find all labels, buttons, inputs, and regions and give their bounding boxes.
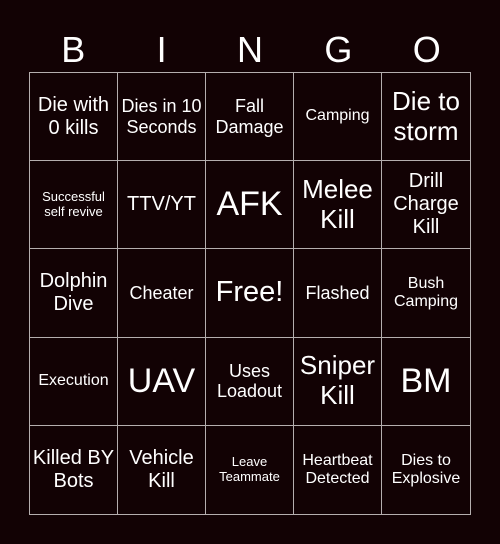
free-space-cell[interactable]: Free! xyxy=(206,249,294,338)
cell-label: UAV xyxy=(127,361,196,400)
cell-label: Uses Loadout xyxy=(216,360,283,402)
bingo-cell[interactable]: Melee Kill xyxy=(294,161,382,250)
cell-label: Dies to Explosive xyxy=(391,451,461,487)
cell-label: Drill Charge Kill xyxy=(393,170,459,239)
cell-label: AFK xyxy=(216,185,283,224)
header-letter-b: B xyxy=(61,29,86,70)
bingo-header: B I N G O xyxy=(29,28,471,72)
cell-label: Sniper Kill xyxy=(299,350,376,411)
cell-label: Heartbeat Detected xyxy=(302,451,373,487)
bingo-cell[interactable]: Dolphin Dive xyxy=(30,249,118,338)
bingo-cell[interactable]: BM xyxy=(382,338,470,426)
header-letter-g: G xyxy=(324,29,353,70)
cell-label: Fall Damage xyxy=(215,95,284,137)
cell-label: Dolphin Dive xyxy=(39,269,108,315)
cell-label: Vehicle Kill xyxy=(129,446,194,492)
bingo-cell[interactable]: Sniper Kill xyxy=(294,337,382,426)
cell-label: Melee Kill xyxy=(302,173,373,234)
bingo-cell[interactable]: Die with 0 kills xyxy=(30,73,118,162)
bingo-cell[interactable]: Uses Loadout xyxy=(206,337,294,426)
cell-label: Cheater xyxy=(129,282,194,303)
cell-label: Leave Teammate xyxy=(219,453,280,484)
bingo-cell[interactable]: TTV/YT xyxy=(118,161,206,250)
bingo-cell[interactable]: Cheater xyxy=(118,249,206,338)
cell-label: Dies in 10 Seconds xyxy=(121,95,202,137)
header-letter-i: I xyxy=(156,29,167,70)
bingo-cell[interactable]: Killed BY Bots xyxy=(30,425,118,514)
bingo-cell[interactable]: Successful self revive xyxy=(30,161,118,250)
cell-label: Camping xyxy=(305,107,370,125)
bingo-cell[interactable]: Camping xyxy=(294,73,382,162)
header-letter-n: N xyxy=(236,29,263,70)
bingo-cell[interactable]: Leave Teammate xyxy=(206,425,294,514)
bingo-cell[interactable]: Fall Damage xyxy=(206,73,294,162)
bingo-cell[interactable]: Die to storm xyxy=(382,73,470,162)
bingo-cell[interactable]: Bush Camping xyxy=(382,249,470,338)
cell-label: Die to storm xyxy=(392,85,460,146)
bingo-board: Die with 0 kills Dies in 10 Seconds Fall… xyxy=(29,72,471,515)
bingo-cell[interactable]: Dies in 10 Seconds xyxy=(118,73,206,162)
bingo-cell[interactable]: UAV xyxy=(118,337,206,426)
header-letter-o: O xyxy=(412,29,441,70)
bingo-cell[interactable]: Dies to Explosive xyxy=(382,426,470,514)
cell-label: Successful self revive xyxy=(42,188,105,219)
cell-label: Bush Camping xyxy=(393,274,459,310)
cell-label: Execution xyxy=(38,372,109,389)
cell-label: BM xyxy=(400,361,452,400)
bingo-cell[interactable]: Flashed xyxy=(294,249,382,338)
cell-label: TTV/YT xyxy=(127,193,196,216)
cell-label: Flashed xyxy=(305,282,370,303)
cell-label: Die with 0 kills xyxy=(37,93,110,139)
cell-label: Killed BY Bots xyxy=(32,446,115,492)
bingo-cell[interactable]: Heartbeat Detected xyxy=(294,425,382,514)
bingo-cell[interactable]: Vehicle Kill xyxy=(118,425,206,514)
cell-label: Free! xyxy=(215,276,284,309)
bingo-cell[interactable]: Drill Charge Kill xyxy=(382,161,470,250)
bingo-cell[interactable]: Execution xyxy=(30,337,118,426)
bingo-cell[interactable]: AFK xyxy=(206,161,294,250)
